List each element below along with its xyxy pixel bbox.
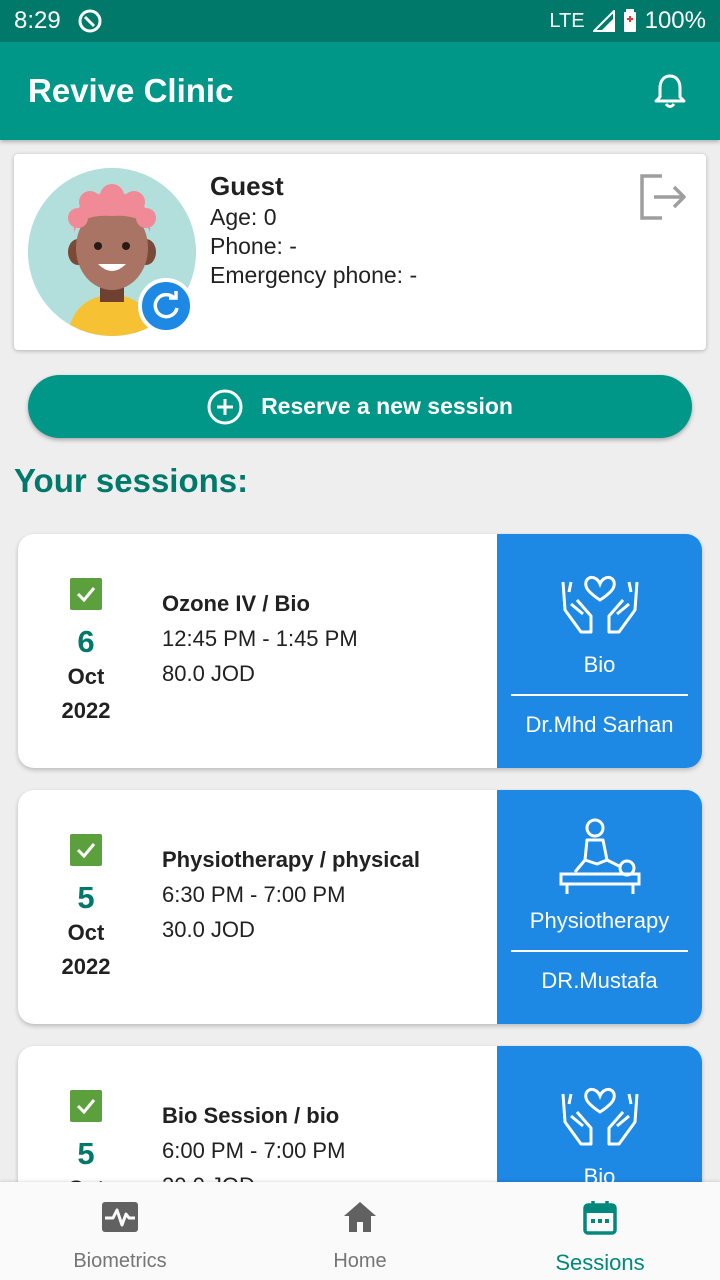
profile-emergency-phone: Emergency phone: - [210, 262, 418, 288]
profile-card: Guest Age: 0 Phone: - Emergency phone: - [14, 154, 706, 350]
reserve-session-button[interactable]: Reserve a new session [28, 375, 692, 438]
logout-icon[interactable] [638, 172, 690, 222]
session-info: Bio Session / bio 6:00 PM - 7:00 PM 20.0… [162, 1098, 345, 1182]
status-bar: 8:29 LTE 100% [0, 0, 720, 42]
caring-hands-icon [497, 560, 702, 642]
session-time: 12:45 PM - 1:45 PM [162, 626, 358, 651]
notification-app-icon [77, 8, 103, 34]
profile-age: Age: 0 [210, 204, 277, 230]
caring-hands-icon [497, 1072, 702, 1154]
nav-item-home[interactable]: Home [240, 1182, 480, 1280]
sessions-heading: Your sessions: [14, 462, 249, 499]
nav-label-sessions: Sessions [555, 1250, 645, 1275]
session-category: Bio [583, 652, 616, 677]
nav-label-biometrics: Biometrics [73, 1250, 167, 1272]
session-price: 30.0 JOD [162, 917, 255, 942]
refresh-icon [153, 291, 179, 319]
divider [511, 694, 688, 696]
session-category-panel: Bio [497, 1046, 702, 1182]
session-price: 20.0 JOD [162, 1168, 345, 1182]
physiotherapy-icon [497, 816, 702, 898]
session-category: Bio [583, 1164, 616, 1182]
biometrics-icon [101, 1198, 139, 1236]
nav-item-sessions[interactable]: Sessions [480, 1182, 720, 1280]
session-date: 5 Oct 2022 [18, 790, 154, 1024]
profile-info: Guest Age: 0 Phone: - Emergency phone: - [210, 172, 417, 290]
session-year: 2022 [61, 698, 111, 723]
checkbox-checked-icon [70, 834, 102, 866]
session-card[interactable]: 5 Oct 2022 Bio Session / bio 6:00 PM - 7… [18, 1046, 702, 1182]
session-year: 2022 [61, 954, 111, 979]
app-title: Revive Clinic [28, 72, 234, 109]
session-category-panel: Physiotherapy DR.Mustafa [497, 790, 702, 1024]
checkbox-checked-icon [70, 578, 102, 610]
add-circle-icon [207, 389, 243, 424]
session-time: 6:00 PM - 7:00 PM [162, 1138, 346, 1163]
network-type: LTE [549, 9, 585, 32]
session-card[interactable]: 5 Oct 2022 Physiotherapy / physical 6:30… [18, 790, 702, 1024]
calendar-icon [583, 1198, 617, 1236]
bottom-nav: Biometrics Home Sessions [0, 1182, 720, 1280]
home-icon [342, 1198, 378, 1236]
session-date: 6 Oct 2022 [18, 534, 154, 768]
status-time: 8:29 [14, 7, 61, 34]
session-month: Oct [67, 920, 105, 945]
profile-phone: Phone: - [210, 233, 297, 259]
refresh-avatar-button[interactable] [138, 278, 194, 334]
session-time: 6:30 PM - 7:00 PM [162, 882, 346, 907]
session-doctor: Dr.Mhd Sarhan [525, 712, 674, 737]
session-day: 6 [77, 624, 95, 659]
session-month: Oct [67, 664, 105, 689]
bell-icon[interactable] [648, 69, 692, 113]
session-name: Ozone IV / Bio [162, 591, 310, 616]
session-date: 5 Oct 2022 [18, 1046, 154, 1182]
session-name: Bio Session / bio [162, 1103, 340, 1128]
session-price: 80.0 JOD [162, 661, 255, 686]
session-info: Physiotherapy / physical 6:30 PM - 7:00 … [162, 842, 420, 947]
reserve-session-label: Reserve a new session [261, 393, 513, 419]
session-name: Physiotherapy / physical [162, 847, 420, 872]
checkbox-checked-icon [70, 1090, 102, 1122]
app-bar: Revive Clinic [0, 42, 720, 140]
session-category: Physiotherapy [529, 908, 670, 933]
session-category-panel: Bio Dr.Mhd Sarhan [497, 534, 702, 768]
session-day: 5 [77, 880, 95, 915]
divider [511, 950, 688, 952]
sessions-list[interactable]: 6 Oct 2022 Ozone IV / Bio 12:45 PM - 1:4… [0, 520, 720, 1182]
session-doctor: DR.Mustafa [541, 968, 658, 993]
nav-item-biometrics[interactable]: Biometrics [0, 1182, 240, 1280]
nav-label-home: Home [333, 1250, 387, 1272]
battery-icon [623, 9, 637, 33]
session-card[interactable]: 6 Oct 2022 Ozone IV / Bio 12:45 PM - 1:4… [18, 534, 702, 768]
session-month: Oct [68, 1172, 105, 1182]
session-day: 5 [77, 1136, 95, 1171]
profile-name: Guest [210, 171, 284, 201]
battery-level: 100% [644, 7, 706, 34]
signal-icon [592, 10, 615, 32]
session-info: Ozone IV / Bio 12:45 PM - 1:45 PM 80.0 J… [162, 586, 358, 691]
